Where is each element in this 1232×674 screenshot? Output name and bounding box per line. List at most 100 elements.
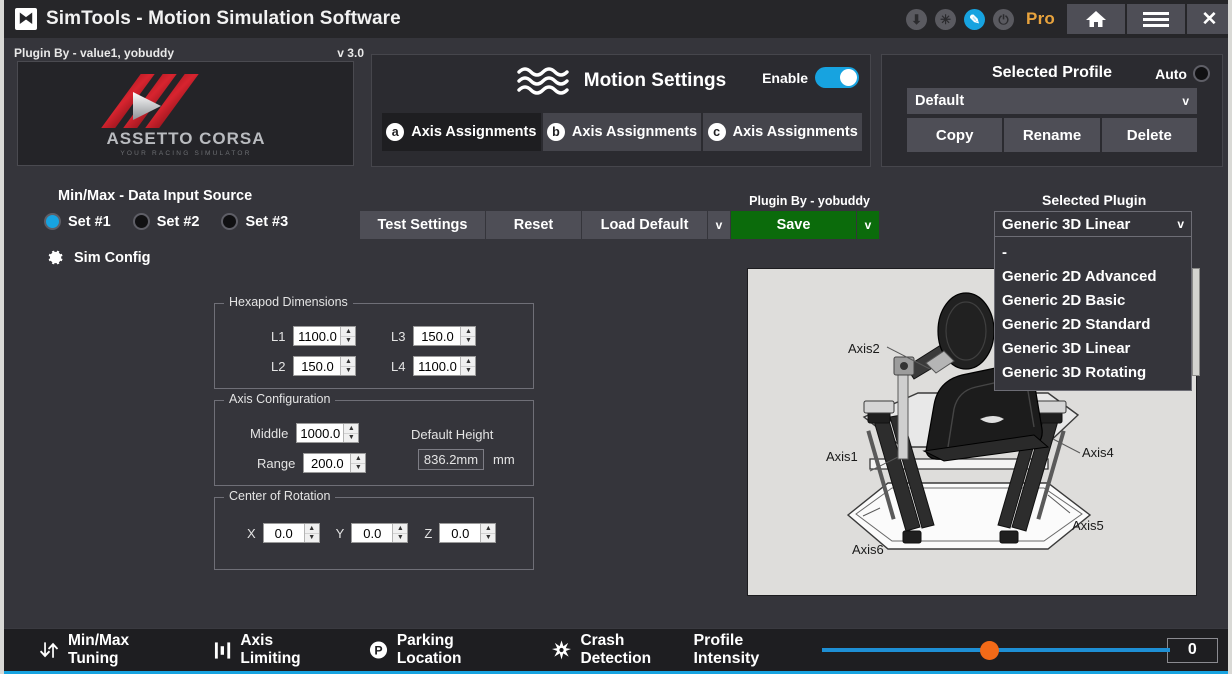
sim-config-button[interactable]: Sim Config: [46, 248, 151, 267]
minmax-tuning-label: Min/Max Tuning: [68, 632, 178, 668]
field-z-stepper[interactable]: ▲▼: [480, 524, 495, 542]
save-button[interactable]: Save: [731, 211, 856, 239]
logo-tagline-text: YOUR RACING SIMULATOR: [120, 150, 251, 157]
home-button[interactable]: [1067, 4, 1125, 34]
plug-icon[interactable]: ⏻: [993, 9, 1014, 30]
field-range-spinner[interactable]: ▲▼: [303, 453, 366, 473]
hamburger-icon: [1143, 9, 1169, 30]
field-y-stepper[interactable]: ▲▼: [392, 524, 407, 542]
sim-config-label: Sim Config: [74, 250, 151, 266]
plugin-option-5[interactable]: Generic 3D Rotating: [995, 361, 1191, 385]
slider-thumb[interactable]: [980, 641, 999, 660]
field-l2-spinner[interactable]: ▲▼: [293, 356, 356, 376]
chevron-down-icon: v: [1177, 217, 1184, 231]
minmax-tuning-button[interactable]: Min/Max Tuning: [40, 632, 178, 668]
gear-icon: [46, 248, 65, 267]
reset-button[interactable]: Reset: [486, 211, 581, 239]
plugin-option-1[interactable]: Generic 2D Advanced: [995, 265, 1191, 289]
auto-label: Auto: [1155, 66, 1187, 82]
field-middle-spinner[interactable]: ▲▼: [296, 423, 359, 443]
burst-icon[interactable]: ✳: [935, 9, 956, 30]
logo-title-text: ASSETTO CORSA: [106, 129, 265, 148]
field-y-input[interactable]: [352, 524, 392, 542]
plugin-option-3[interactable]: Generic 2D Standard: [995, 313, 1191, 337]
field-l1-input[interactable]: [294, 327, 340, 345]
default-height-label: Default Height: [411, 427, 493, 442]
radio-set-3[interactable]: Set #3: [221, 213, 288, 230]
profile-select[interactable]: Default v: [907, 88, 1197, 114]
radio-set-2[interactable]: Set #2: [133, 213, 200, 230]
home-icon: [1085, 10, 1107, 28]
radio-set-1[interactable]: Set #1: [44, 213, 111, 230]
tab-axis-assignments-c[interactable]: c Axis Assignments: [703, 113, 862, 151]
rename-profile-button[interactable]: Rename: [1004, 118, 1099, 152]
profile-intensity-slider[interactable]: [822, 640, 1153, 660]
bars-icon: [214, 641, 231, 660]
field-l4: L4 ▲▼: [391, 356, 476, 376]
field-y-spinner[interactable]: ▲▼: [351, 523, 408, 543]
field-x-stepper[interactable]: ▲▼: [304, 524, 319, 542]
auto-radio[interactable]: [1193, 65, 1210, 82]
center-of-rotation-title: Center of Rotation: [224, 489, 335, 503]
field-x-input[interactable]: [264, 524, 304, 542]
field-x-label: X: [247, 526, 256, 541]
assetto-corsa-logo: ASSETTO CORSA YOUR RACING SIMULATOR: [81, 66, 291, 162]
field-l4-stepper[interactable]: ▲▼: [460, 357, 475, 375]
title-bar: ⧓ SimTools - Motion Simulation Software …: [4, 0, 1232, 38]
menu-button[interactable]: [1127, 4, 1185, 34]
field-l1-stepper[interactable]: ▲▼: [340, 327, 355, 345]
axis-limiting-button[interactable]: Axis Limiting: [214, 632, 333, 668]
field-l3-input[interactable]: [414, 327, 460, 345]
field-l1-label: L1: [271, 329, 285, 344]
bottom-toolbar: Min/Max Tuning Axis Limiting P Parking L…: [4, 628, 1232, 674]
field-l1-spinner[interactable]: ▲▼: [293, 326, 356, 346]
load-default-dropdown-icon[interactable]: v: [708, 211, 730, 239]
crash-detection-button[interactable]: Crash Detection: [552, 632, 693, 668]
profile-intensity-group: Profile Intensity 0: [693, 632, 1218, 668]
selected-plugin-select[interactable]: Generic 3D Linear v: [994, 211, 1192, 237]
parking-p-icon: P: [369, 640, 388, 660]
plugin-header: Plugin By - value1, yobuddy v 3.0: [14, 45, 364, 60]
field-l3-stepper[interactable]: ▲▼: [460, 327, 475, 345]
profile-intensity-label: Profile Intensity: [693, 632, 807, 668]
copy-profile-button[interactable]: Copy: [907, 118, 1002, 152]
field-l2-label: L2: [271, 359, 285, 374]
rig-label-axis1: Axis1: [826, 449, 858, 464]
plugin-list-scrollbar[interactable]: [1192, 268, 1200, 376]
radio-set-3-dot: [221, 213, 238, 230]
field-range-input[interactable]: [304, 454, 350, 472]
plugin-option-4[interactable]: Generic 3D Linear: [995, 337, 1191, 361]
parking-location-button[interactable]: P Parking Location: [369, 632, 517, 668]
close-button[interactable]: ✕: [1187, 4, 1232, 34]
profile-select-value: Default: [915, 93, 964, 109]
load-default-button[interactable]: Load Default: [582, 211, 707, 239]
download-icon[interactable]: ⬇: [906, 9, 927, 30]
field-l4-spinner[interactable]: ▲▼: [413, 356, 476, 376]
field-z-spinner[interactable]: ▲▼: [439, 523, 496, 543]
field-range-stepper[interactable]: ▲▼: [350, 454, 365, 472]
field-l4-input[interactable]: [414, 357, 460, 375]
hexapod-dimensions-group: Hexapod Dimensions L1 ▲▼ L3 ▲▼ L2 ▲▼ L4: [214, 303, 534, 389]
field-middle-label: Middle: [250, 426, 288, 441]
default-height-unit: mm: [493, 452, 515, 467]
save-dropdown-icon[interactable]: v: [857, 211, 879, 239]
delete-profile-button[interactable]: Delete: [1102, 118, 1197, 152]
center-of-rotation-fields: X ▲▼ Y ▲▼ Z ▲▼: [247, 523, 496, 543]
enable-toggle[interactable]: [815, 67, 859, 88]
updown-arrows-icon: [40, 641, 59, 660]
field-middle-stepper[interactable]: ▲▼: [343, 424, 358, 442]
app-window: ⧓ SimTools - Motion Simulation Software …: [0, 0, 1232, 674]
plugin-option-0[interactable]: -: [995, 241, 1191, 265]
tab-label-a: Axis Assignments: [411, 124, 536, 140]
tab-axis-assignments-a[interactable]: a Axis Assignments: [382, 113, 541, 151]
field-l2-input[interactable]: [294, 357, 340, 375]
field-middle-input[interactable]: [297, 424, 343, 442]
pencil-icon[interactable]: ✎: [964, 9, 985, 30]
test-settings-button[interactable]: Test Settings: [360, 211, 485, 239]
field-z-input[interactable]: [440, 524, 480, 542]
field-x-spinner[interactable]: ▲▼: [263, 523, 320, 543]
field-l2-stepper[interactable]: ▲▼: [340, 357, 355, 375]
field-l3-spinner[interactable]: ▲▼: [413, 326, 476, 346]
tab-axis-assignments-b[interactable]: b Axis Assignments: [543, 113, 702, 151]
plugin-option-2[interactable]: Generic 2D Basic: [995, 289, 1191, 313]
